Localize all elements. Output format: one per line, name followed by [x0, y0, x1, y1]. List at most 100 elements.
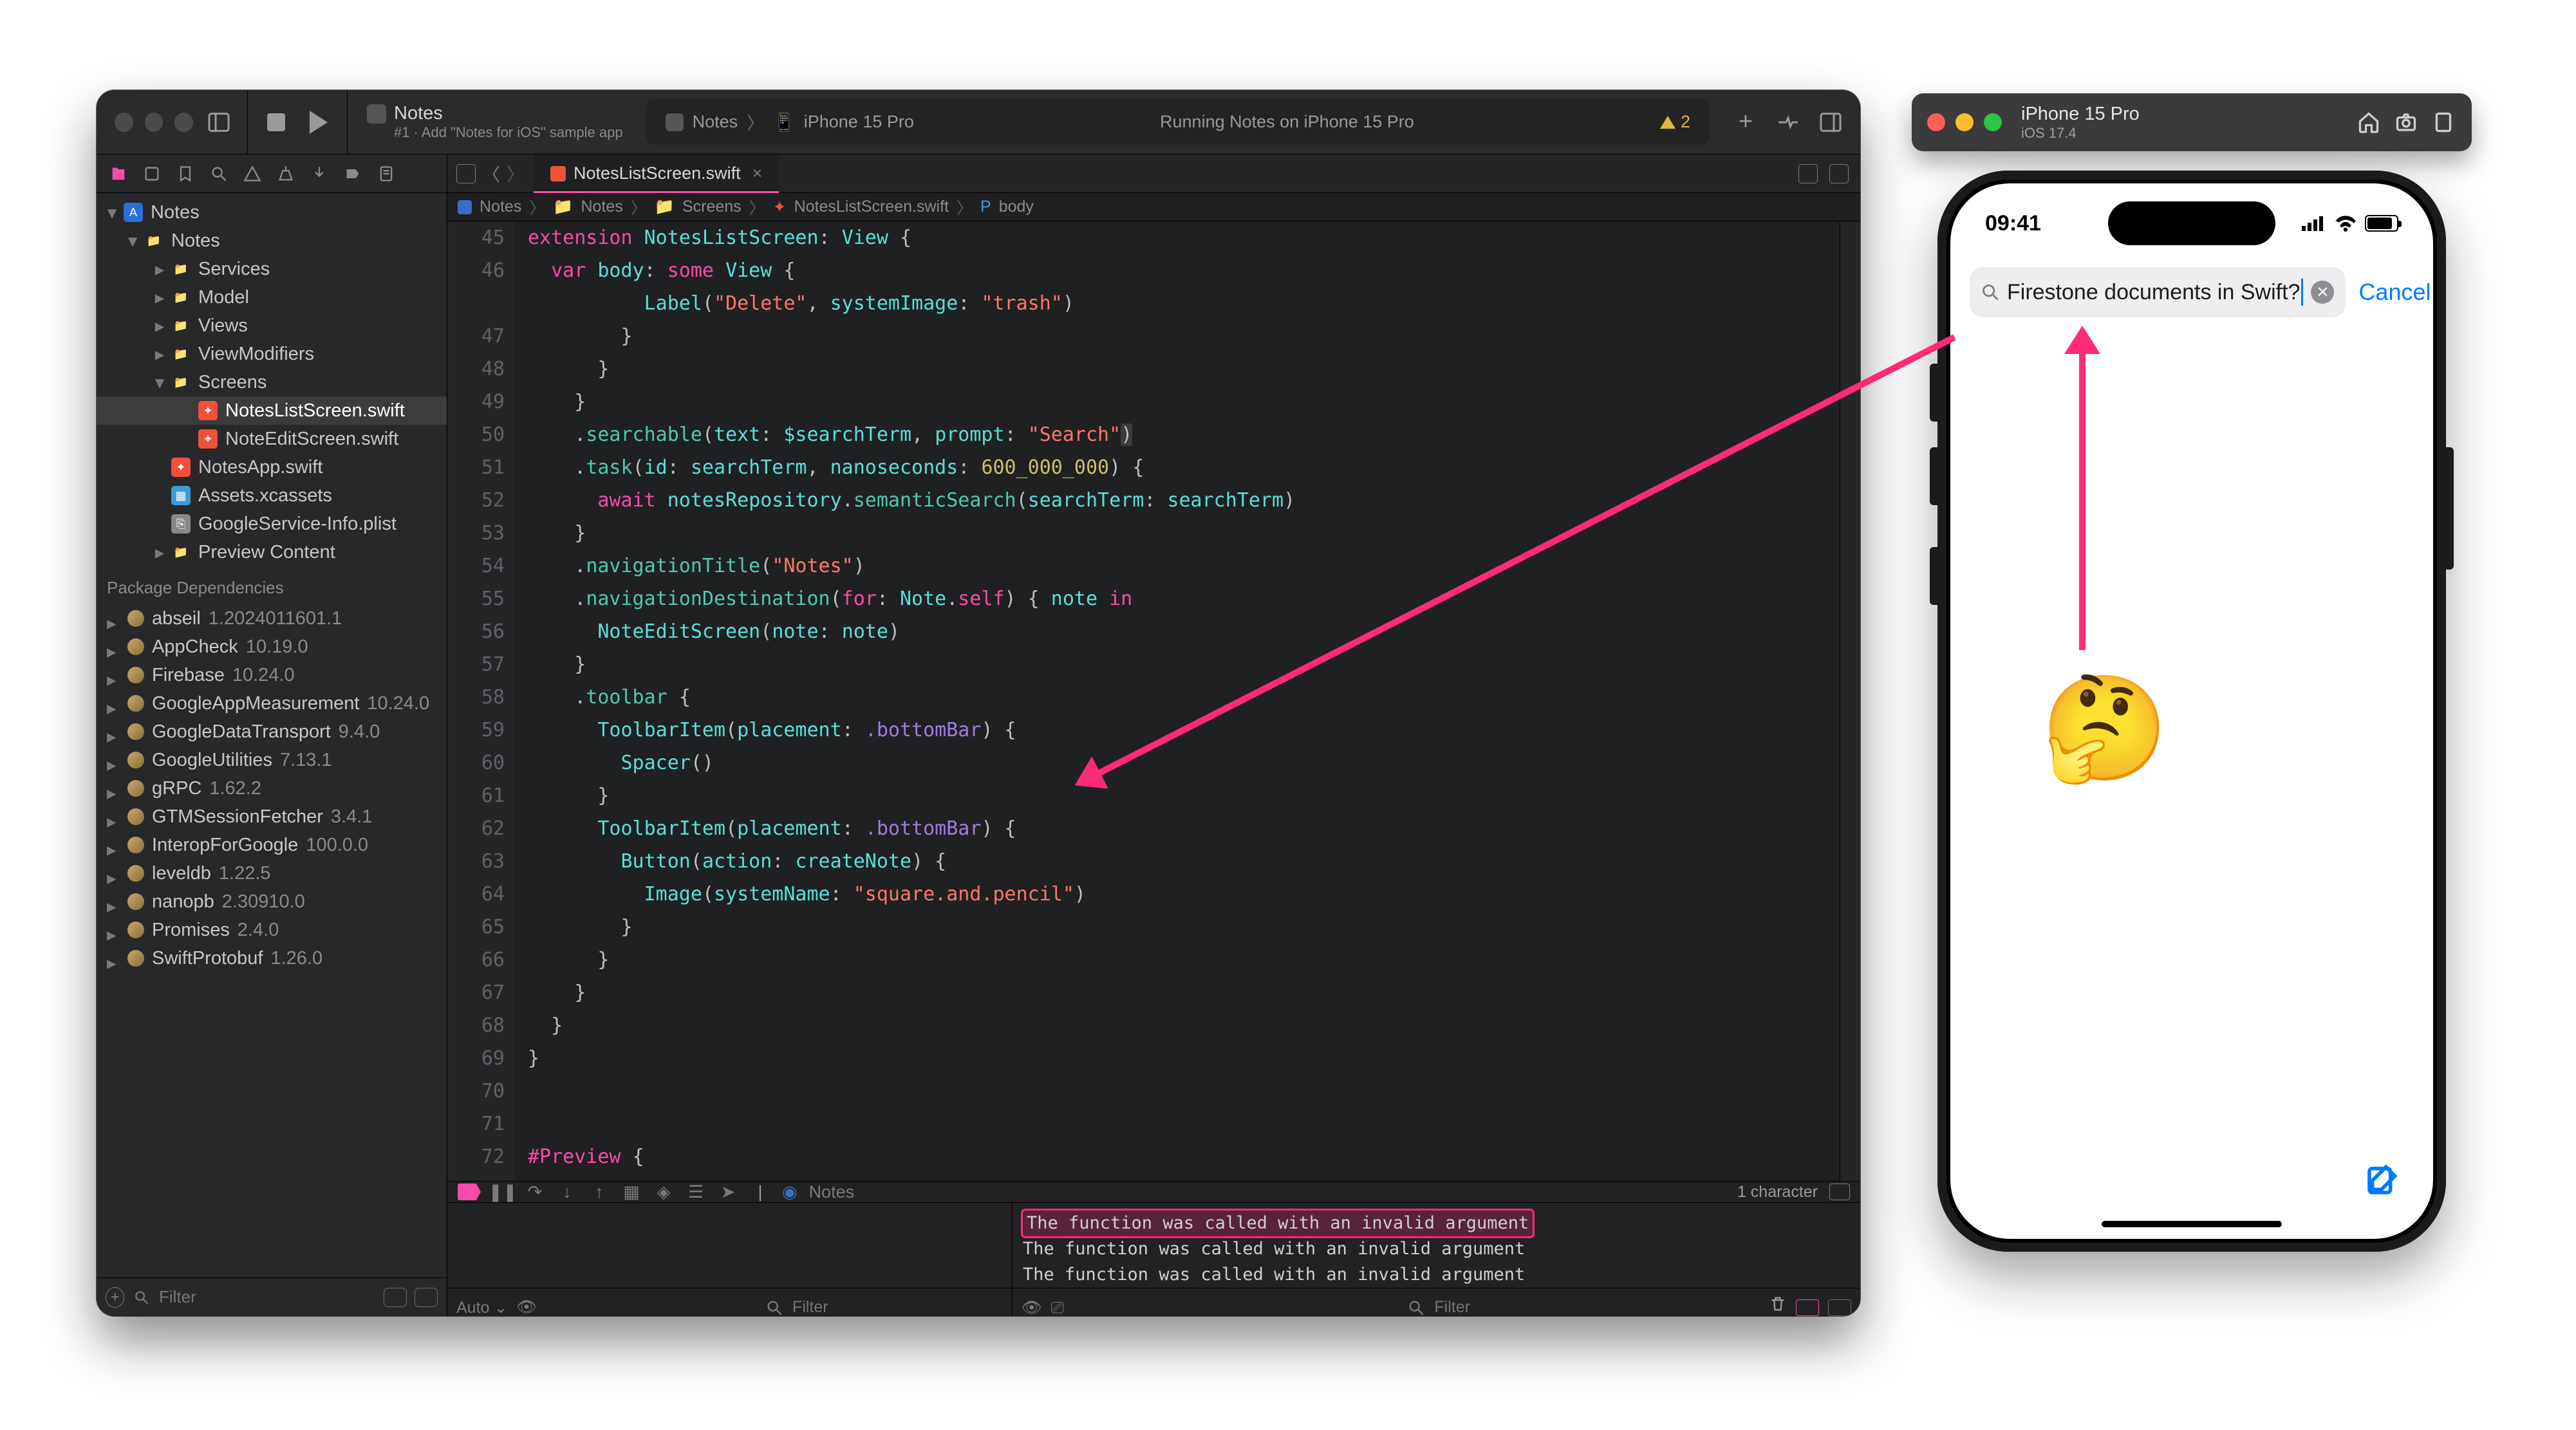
package-row[interactable]: ▸GoogleDataTransport 9.4.0	[97, 718, 447, 746]
nav-back-icon[interactable]: 〈	[482, 161, 500, 187]
project-navigator-icon[interactable]	[107, 162, 130, 185]
scheme-selector[interactable]: Notes #1 · Add "Notes for iOS" sample ap…	[350, 90, 640, 154]
environment-overrides-icon[interactable]: ☰	[686, 1182, 706, 1202]
clear-search-icon[interactable]: ✕	[2311, 281, 2334, 304]
navigator-filter-input[interactable]	[159, 1287, 375, 1307]
warnings-badge[interactable]: 2	[1660, 112, 1690, 132]
source-control-navigator-icon[interactable]	[140, 162, 163, 185]
jumpbar-segment[interactable]: Notes	[480, 198, 521, 216]
tree-folder-previewcontent[interactable]: 📁Preview Content	[97, 538, 447, 566]
tree-folder-views[interactable]: 📁Views	[97, 311, 447, 340]
add-target-button[interactable]: +	[106, 1287, 124, 1308]
minimap[interactable]	[1840, 221, 1860, 1181]
code-text[interactable]: extension NotesListScreen: View { var bo…	[515, 221, 1840, 1181]
variables-filter-input[interactable]	[792, 1298, 1003, 1316]
step-over-icon[interactable]: ↷	[525, 1182, 545, 1202]
close-window-button[interactable]	[115, 113, 133, 132]
tree-file-notesapp[interactable]: ✦NotesApp.swift	[97, 453, 447, 481]
zoom-window-button[interactable]	[174, 113, 193, 132]
package-row[interactable]: ▸Firebase 10.24.0	[97, 661, 447, 689]
rotate-icon[interactable]	[2431, 109, 2456, 135]
report-navigator-icon[interactable]	[375, 162, 398, 185]
tree-file-assets[interactable]: ▦Assets.xcassets	[97, 481, 447, 510]
code-editor[interactable]: 4546474849505152535455565758596061626364…	[447, 221, 1860, 1181]
clear-console-icon[interactable]	[1769, 1295, 1787, 1317]
tree-file-noteeditscreen[interactable]: ✦NoteEditScreen.swift	[97, 425, 447, 453]
jumpbar-segment[interactable]: Screens	[682, 198, 742, 216]
simulate-location-icon[interactable]: ➤	[718, 1182, 738, 1202]
compose-note-button[interactable]	[2365, 1161, 2401, 1200]
test-navigator-icon[interactable]	[274, 162, 297, 185]
close-tab-icon[interactable]: ×	[752, 163, 763, 183]
issue-navigator-icon[interactable]	[241, 162, 264, 185]
breakpoint-toggle-icon[interactable]	[458, 1184, 481, 1200]
debug-navigator-icon[interactable]	[308, 162, 331, 185]
tree-folder-services[interactable]: 📁Services	[97, 255, 447, 283]
cancel-button[interactable]: Cancel	[2358, 279, 2431, 306]
package-row[interactable]: ▸SwiftProtobuf 1.26.0	[97, 944, 447, 972]
jumpbar-segment[interactable]: NotesListScreen.swift	[794, 198, 949, 216]
jump-bar[interactable]: Notes〉 📁Notes〉 📁Screens〉 ✦NotesListScree…	[447, 193, 1860, 221]
inspector-toggle-icon[interactable]	[1818, 109, 1843, 135]
pause-icon[interactable]: ❚❚	[492, 1182, 513, 1202]
code-review-icon[interactable]	[1775, 109, 1801, 135]
step-into-icon[interactable]: ↓	[557, 1182, 577, 1202]
jumpbar-segment[interactable]: body	[999, 198, 1034, 216]
package-row[interactable]: ▸InteropForGoogle 100.0.0	[97, 831, 447, 859]
tree-folder-screens[interactable]: 📁Screens	[97, 368, 447, 396]
console-view[interactable]: The function was called with an invalid …	[1013, 1203, 1860, 1316]
package-row[interactable]: ▸abseil 1.2024011601.1	[97, 604, 447, 633]
console-meta-icon[interactable]: ⎚	[1051, 1295, 1064, 1317]
console-meta-icon[interactable]: 👁	[1022, 1295, 1042, 1317]
sidebar-toggle-icon[interactable]	[206, 109, 232, 135]
home-indicator[interactable]	[2102, 1221, 2282, 1227]
package-row[interactable]: ▸nanopb 2.30910.0	[97, 887, 447, 916]
recent-filter-icon[interactable]	[384, 1288, 407, 1307]
memory-graph-icon[interactable]: ◈	[653, 1182, 674, 1202]
package-row[interactable]: ▸GTMSessionFetcher 3.4.1	[97, 803, 447, 831]
minimize-window-button[interactable]	[145, 113, 163, 132]
package-row[interactable]: ▸AppCheck 10.19.0	[97, 633, 447, 661]
zoom-window-button[interactable]	[1984, 113, 2002, 131]
library-button[interactable]: +	[1733, 109, 1759, 135]
line-gutter[interactable]: 4546474849505152535455565758596061626364…	[447, 221, 515, 1181]
device-screen[interactable]: 09:41 Firestone documents in Swift? ✕ Ca…	[1950, 183, 2433, 1239]
stop-button[interactable]	[263, 109, 289, 135]
tree-folder-viewmodifiers[interactable]: 📁ViewModifiers	[97, 340, 447, 368]
nav-forward-icon[interactable]: 〉	[507, 161, 525, 187]
package-row[interactable]: ▸gRPC 1.62.2	[97, 774, 447, 803]
console-pane-toggle-icon[interactable]	[1828, 1299, 1851, 1316]
console-filter-input[interactable]	[1434, 1298, 1760, 1316]
scm-filter-icon[interactable]	[415, 1288, 438, 1307]
editor-options-icon[interactable]	[1798, 164, 1818, 183]
debug-area-toggle-icon[interactable]	[1829, 1184, 1850, 1200]
view-debug-icon[interactable]: ▦	[621, 1182, 642, 1202]
run-button[interactable]	[306, 109, 331, 135]
screenshot-icon[interactable]	[2393, 109, 2419, 135]
tab-noteslistscreen[interactable]: NotesListScreen.swift ×	[534, 154, 779, 192]
tree-project-root[interactable]: ANotes	[97, 198, 447, 227]
tree-file-gsplist[interactable]: ⎘GoogleService-Info.plist	[97, 510, 447, 538]
bookmark-navigator-icon[interactable]	[174, 162, 197, 185]
variables-scope-selector[interactable]: Auto ⌄	[456, 1298, 507, 1317]
quicklook-icon[interactable]: 👁	[516, 1298, 537, 1316]
package-row[interactable]: ▸Promises 2.4.0	[97, 916, 447, 944]
find-navigator-icon[interactable]	[207, 162, 230, 185]
home-button-icon[interactable]	[2356, 109, 2382, 135]
console-pane-toggle-icon[interactable]	[1796, 1299, 1819, 1316]
debug-process-name[interactable]: Notes	[809, 1182, 855, 1202]
activity-status-bar[interactable]: Notes 〉 📱 iPhone 15 Pro Running Notes on…	[646, 99, 1710, 145]
search-field[interactable]: Firestone documents in Swift? ✕	[1970, 267, 2346, 317]
package-row[interactable]: ▸leveldb 1.22.5	[97, 859, 447, 887]
tree-folder-notes[interactable]: 📁Notes	[97, 227, 447, 255]
adjust-editor-icon[interactable]	[1829, 164, 1849, 183]
package-row[interactable]: ▸GoogleUtilities 7.13.1	[97, 746, 447, 774]
close-window-button[interactable]	[1927, 113, 1945, 131]
step-out-icon[interactable]: ↑	[589, 1182, 610, 1202]
jumpbar-segment[interactable]: Notes	[581, 198, 622, 216]
minimize-window-button[interactable]	[1955, 113, 1974, 131]
project-tree[interactable]: ANotes 📁Notes 📁Services 📁Model 📁Views 📁V…	[97, 193, 447, 1277]
package-row[interactable]: ▸GoogleAppMeasurement 10.24.0	[97, 689, 447, 718]
tree-folder-model[interactable]: 📁Model	[97, 283, 447, 311]
related-items-icon[interactable]	[456, 164, 476, 183]
